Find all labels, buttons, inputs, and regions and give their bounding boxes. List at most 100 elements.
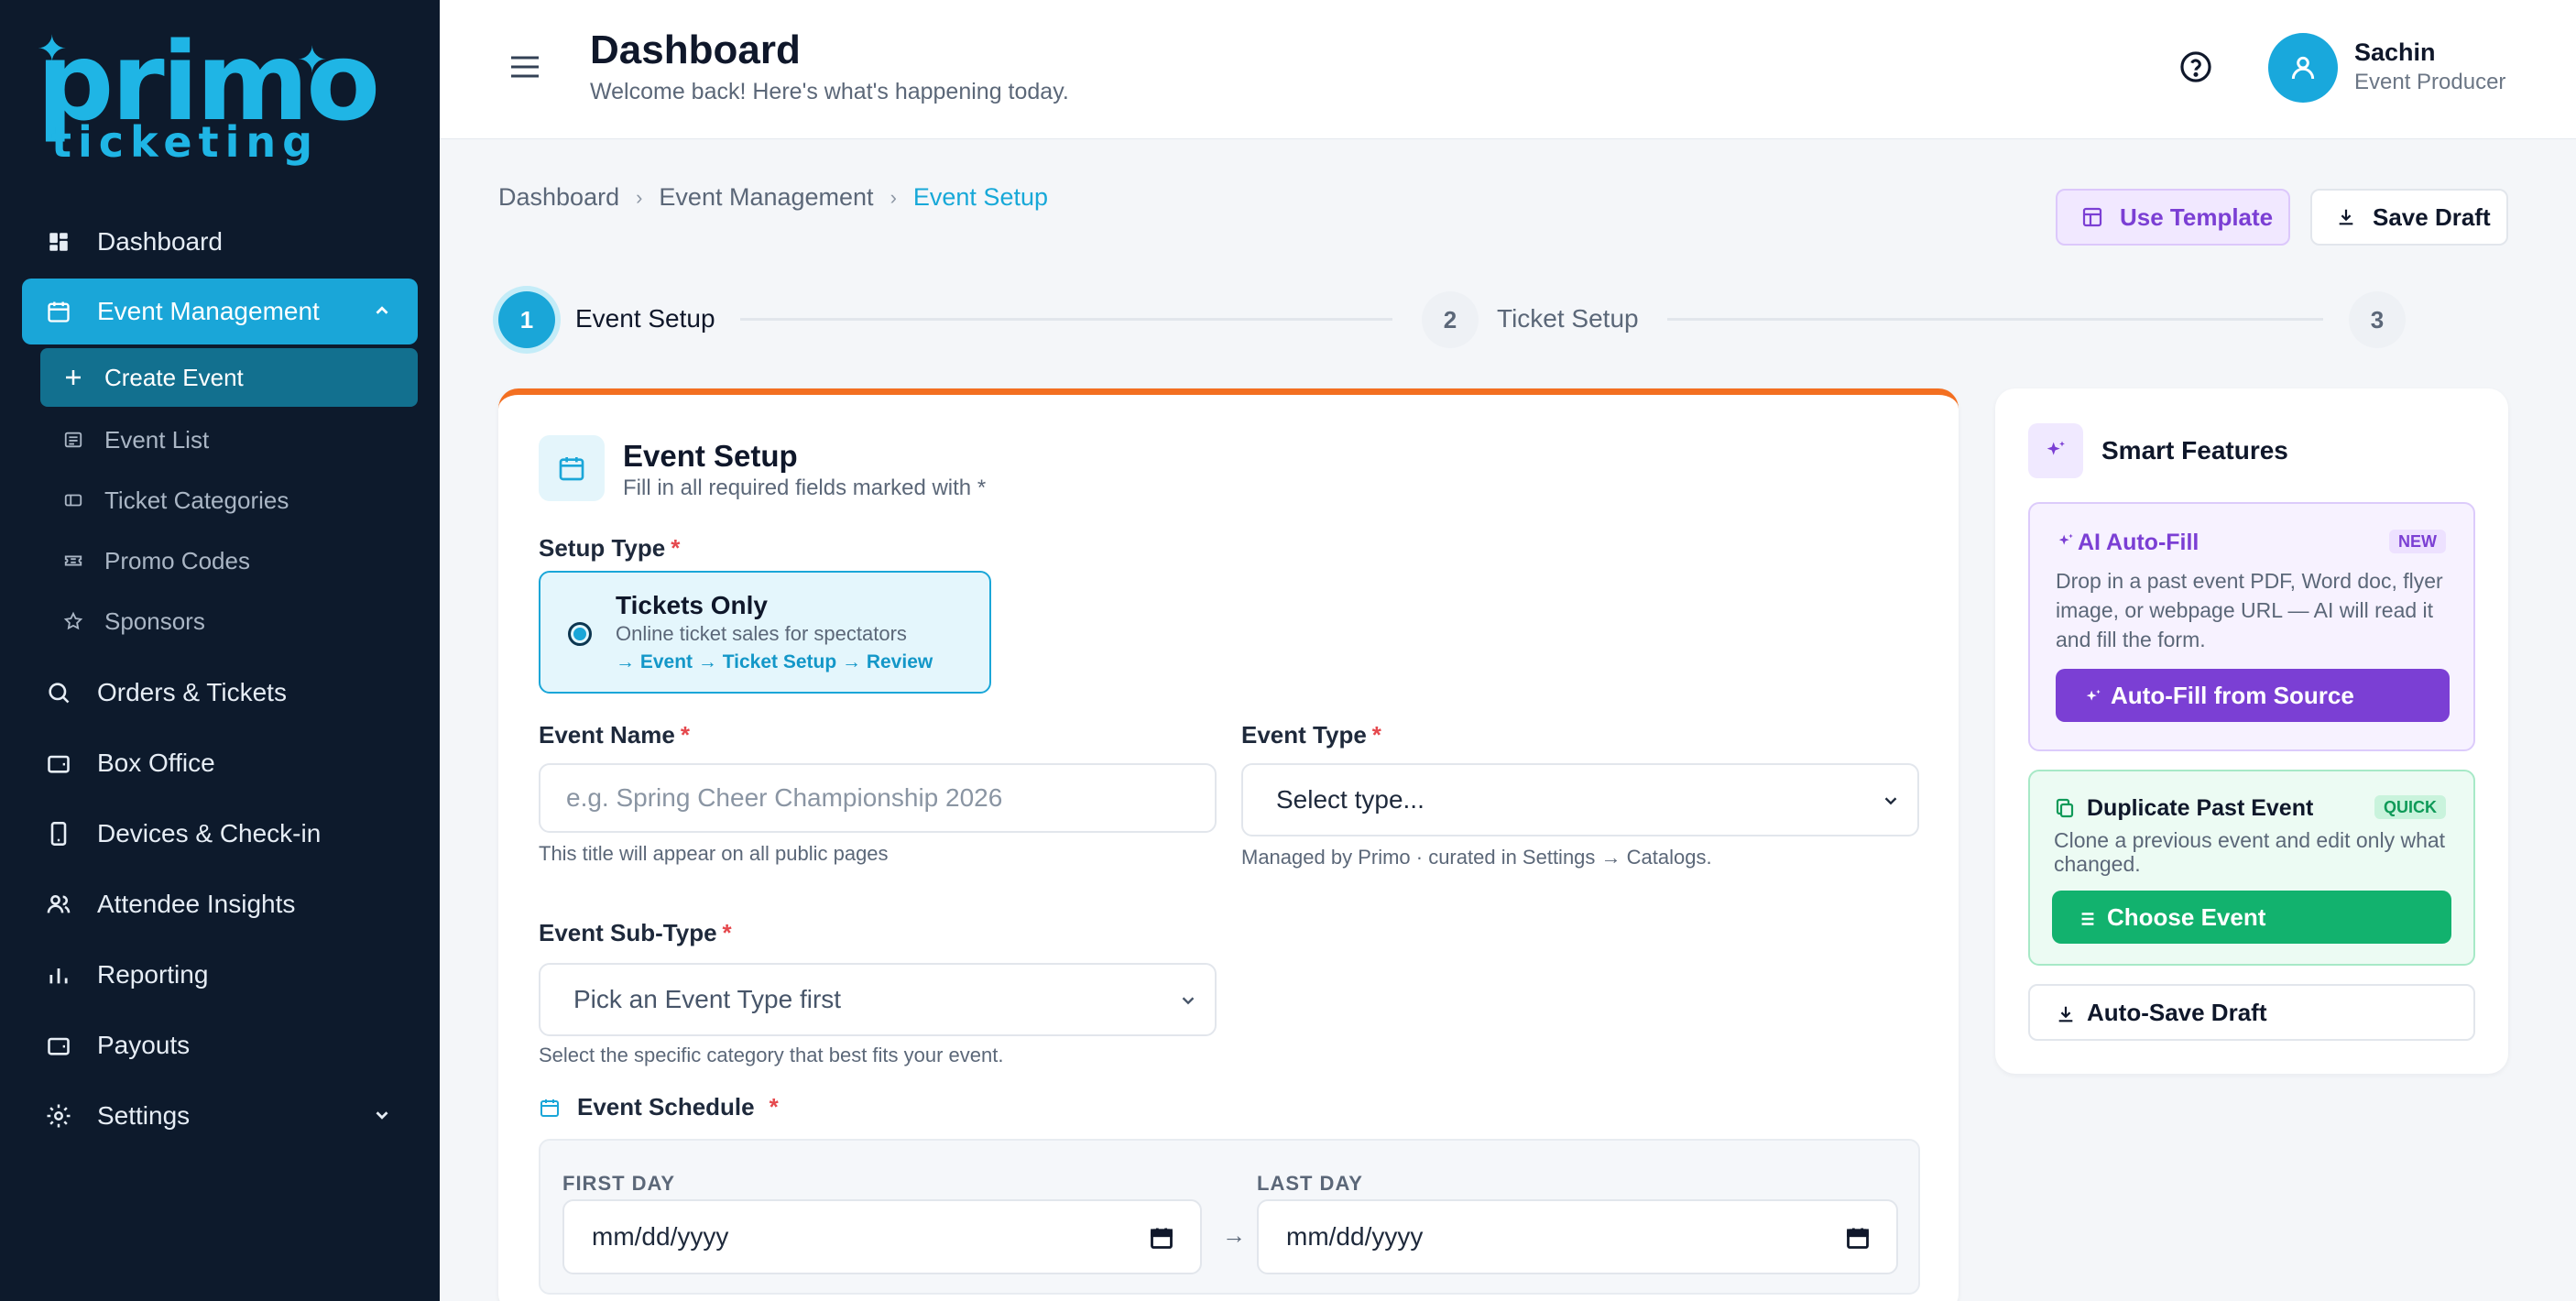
last-day-date-input[interactable]: mm/dd/yyyy [1257, 1199, 1898, 1274]
event-type-value: Select type... [1276, 785, 1424, 814]
sidebar-subitem-create-event[interactable]: Create Event [40, 348, 418, 407]
step-2-label[interactable]: Ticket Setup [1497, 304, 1639, 333]
breadcrumb-item-event-management[interactable]: Event Management [659, 183, 873, 212]
user-icon [2291, 56, 2315, 80]
event-type-select[interactable]: Select type... [1241, 763, 1919, 836]
smart-features-panel: Smart Features AI Auto-Fill NEW Drop in … [1995, 388, 2508, 1074]
required-mark: * [1371, 721, 1381, 749]
setup-type-option-tickets-only[interactable]: Tickets Only Online ticket sales for spe… [539, 571, 991, 694]
sparkle-icon [2028, 423, 2083, 478]
download-icon [2339, 209, 2353, 225]
first-day-label: FIRST DAY [562, 1172, 676, 1195]
duplicate-past-event-card: Duplicate Past Event QUICK Clone a previ… [2028, 770, 2475, 966]
breadcrumb-separator: › [890, 185, 897, 209]
sparkle-icon [2056, 531, 2076, 552]
calendar-icon [42, 295, 75, 328]
copy-icon [2054, 797, 2076, 819]
event-subtype-select[interactable]: Pick an Event Type first [539, 963, 1217, 1036]
event-schedule-box: FIRST DAY mm/dd/yyyy → LAST DAY mm/dd/yy… [539, 1139, 1920, 1295]
list-icon [60, 427, 86, 453]
logo-text-sub: ticketing [51, 117, 320, 167]
calendar-picker-icon[interactable] [1845, 1225, 1871, 1251]
sidebar-item-reporting[interactable]: Reporting [22, 942, 418, 1008]
sidebar-item-attendee-insights[interactable]: Attendee Insights [22, 871, 418, 937]
event-subtype-value: Pick an Event Type first [573, 985, 842, 1013]
save-draft-button[interactable]: Save Draft [2310, 189, 2508, 246]
event-subtype-label-text: Event Sub-Type [539, 919, 717, 946]
auto-fill-from-source-button[interactable]: Auto-Fill from Source [2056, 669, 2450, 722]
sidebar-item-payouts[interactable]: Payouts [22, 1012, 418, 1078]
chevron-down-icon[interactable] [372, 1105, 392, 1125]
step-1-indicator[interactable]: 1 [498, 291, 555, 348]
wallet-icon [42, 1029, 75, 1062]
sidebar-subitem-label: Ticket Categories [104, 486, 289, 514]
event-subtype-hint: Select the specific category that best f… [539, 1044, 1004, 1066]
sidebar-item-devices-checkin[interactable]: Devices & Check-in [22, 801, 418, 867]
sidebar-item-label: Payouts [97, 1031, 191, 1059]
sidebar-item-dashboard[interactable]: Dashboard [22, 209, 418, 275]
option-flow: → Event → Ticket Setup → Review [616, 651, 933, 672]
sidebar-subitem-ticket-categories[interactable]: Ticket Categories [40, 471, 418, 530]
calendar-picker-icon[interactable] [1149, 1225, 1174, 1251]
event-name-input[interactable]: e.g. Spring Cheer Championship 2026 [539, 763, 1217, 833]
option-description: Online ticket sales for spectators [616, 622, 907, 645]
page-title: Dashboard [590, 27, 801, 72]
sidebar-item-orders-tickets[interactable]: Orders & Tickets [22, 660, 418, 726]
phone-icon [42, 817, 75, 850]
duplicate-past-event-description: Clone a previous event and edit only wha… [2054, 828, 2446, 876]
breadcrumb-item-current: Event Setup [912, 183, 1048, 211]
choose-event-button[interactable]: Choose Event [2052, 891, 2451, 944]
step-3-indicator[interactable]: 3 [2349, 291, 2406, 348]
breadcrumb-separator: › [636, 185, 643, 209]
help-icon[interactable] [2178, 49, 2213, 84]
event-type-label: Event Type * [1241, 721, 1381, 749]
choose-event-button-label: Choose Event [2107, 902, 2266, 931]
card-title: Event Setup [623, 439, 798, 473]
first-day-date-input[interactable]: mm/dd/yyyy [562, 1199, 1202, 1274]
event-type-hint: Managed by Primo · curated in Settings →… [1241, 846, 1712, 869]
sidebar-item-box-office[interactable]: Box Office [22, 730, 418, 796]
calendar-icon [540, 1099, 559, 1117]
event-setup-card: Event Setup Fill in all required fields … [498, 388, 1959, 1301]
users-icon [42, 888, 75, 921]
sidebar-item-settings[interactable]: Settings [22, 1083, 418, 1149]
breadcrumb-item-dashboard[interactable]: Dashboard [498, 183, 619, 212]
auto-save-draft-button[interactable]: Auto-Save Draft [2028, 984, 2475, 1041]
ai-autofill-card: AI Auto-Fill NEW Drop in a past event PD… [2028, 502, 2475, 751]
event-name-label: Event Name * [539, 721, 690, 749]
sidebar-subitem-promo-codes[interactable]: Promo Codes [40, 531, 418, 590]
smart-features-title: Smart Features [2101, 436, 2288, 465]
duplicate-past-event-title: Duplicate Past Event [2087, 795, 2314, 821]
step-2-indicator[interactable]: 2 [1422, 291, 1479, 348]
use-template-button[interactable]: Use Template [2056, 189, 2290, 246]
sidebar-item-label: Devices & Check-in [97, 819, 322, 847]
event-name-label-text: Event Name [539, 721, 675, 749]
event-schedule-label-text: Event Schedule [577, 1093, 755, 1121]
dashboard-icon [42, 225, 75, 258]
wallet-icon [42, 747, 75, 780]
search-icon [42, 676, 75, 709]
auto-fill-button-label: Auto-Fill from Source [2111, 681, 2354, 709]
sidebar-subitem-label: Event List [104, 425, 210, 454]
sidebar: primo ticketing ✦ ✦ Dashboard Event Mana… [0, 0, 440, 1301]
date-range-arrow: → [1222, 1221, 1246, 1249]
template-icon [2082, 207, 2102, 227]
last-day-value: mm/dd/yyyy [1286, 1222, 1424, 1251]
radio-button-selected[interactable] [568, 622, 592, 646]
chevron-up-icon[interactable] [372, 301, 392, 321]
sidebar-item-label: Box Office [97, 749, 215, 777]
sidebar-subitem-event-list[interactable]: Event List [40, 410, 418, 469]
quick-badge: QUICK [2374, 795, 2446, 819]
avatar[interactable] [2268, 33, 2338, 103]
menu-icon[interactable] [509, 53, 540, 81]
sidebar-item-label: Attendee Insights [97, 890, 296, 918]
sidebar-subitem-sponsors[interactable]: Sponsors [40, 592, 418, 650]
sidebar-item-label: Event Management [97, 297, 320, 325]
sidebar-item-event-management[interactable]: Event Management [22, 279, 418, 344]
star-icon [60, 608, 86, 634]
setup-type-label: Setup Type * [539, 534, 680, 563]
step-1-label[interactable]: Event Setup [575, 304, 715, 333]
primo-ticketing-logo[interactable]: primo ticketing ✦ ✦ [37, 27, 380, 170]
event-name-hint: This title will appear on all public pag… [539, 842, 889, 865]
list-icon [2081, 913, 2094, 925]
